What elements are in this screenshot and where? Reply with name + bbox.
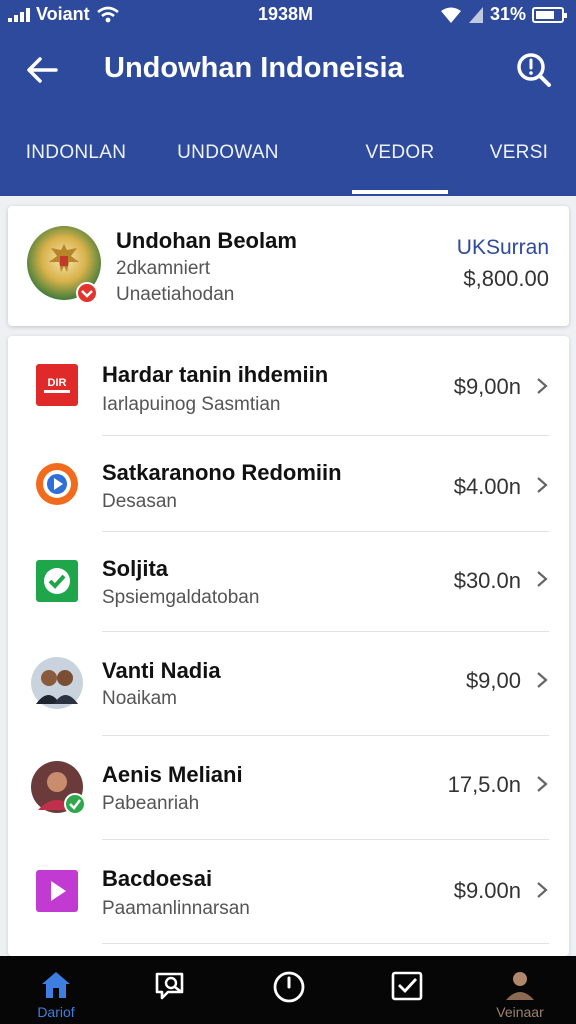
- search-icon: [517, 53, 551, 87]
- chevron-right-icon: [537, 776, 548, 792]
- divider: [102, 943, 549, 944]
- tab-versi[interactable]: VERSI: [484, 142, 554, 164]
- chevron-right-icon: [537, 477, 548, 493]
- red-logo-icon: DIR: [34, 362, 80, 408]
- list-item[interactable]: DIR Hardar tanin ihdemiin Iarlapuinog Sa…: [8, 336, 569, 436]
- battery-icon: [532, 6, 567, 23]
- arrow-left-icon: [27, 57, 58, 83]
- bottom-navigation: Dariof Veinaar: [0, 956, 576, 1024]
- list-item[interactable]: Bacdoesai Paamanlinnarsan $9.00n: [8, 840, 569, 944]
- play-circle-icon: [34, 461, 80, 507]
- battery-percent: 31%: [489, 4, 526, 24]
- carrier-name: Voiant: [36, 4, 90, 24]
- summary-link[interactable]: UKSurran: [457, 236, 549, 260]
- wifi-icon: [440, 7, 461, 23]
- item-subtitle: Iarlapuinog Sasmtian: [102, 394, 281, 415]
- nav-label: Dariof: [37, 1004, 75, 1020]
- app-header: Voiant 1938M 31% Undowhan Indoneisia IND…: [0, 0, 576, 196]
- tab-indonlan[interactable]: INDONLAN: [22, 142, 130, 164]
- summary-subtitle-2: Unaetiahodan: [116, 284, 235, 305]
- chevron-right-icon: [537, 378, 548, 394]
- list-item[interactable]: Aenis Meliani Pabeanriah 17,5.0n: [8, 736, 569, 840]
- item-amount: $4.00n: [453, 474, 521, 499]
- item-amount: 17,5.0n: [447, 772, 521, 797]
- couple-avatar-icon: [30, 656, 84, 710]
- item-amount: $9,00: [465, 668, 521, 693]
- clock-time: 1938M: [258, 4, 314, 24]
- signal-icon: [8, 7, 30, 22]
- cell-signal-icon: [468, 6, 483, 23]
- item-amount: $9,00n: [453, 374, 521, 399]
- item-subtitle: Noaikam: [102, 688, 177, 709]
- nav-search[interactable]: [130, 956, 210, 1024]
- item-name: Satkaranono Redomiin: [102, 460, 342, 485]
- back-button[interactable]: [22, 50, 62, 90]
- item-subtitle: Pabeanriah: [102, 793, 200, 814]
- item-subtitle: Paamanlinnarsan: [102, 898, 250, 919]
- item-name: Vanti Nadia: [102, 658, 221, 683]
- item-name: Soljita: [102, 556, 169, 581]
- search-button[interactable]: [514, 50, 554, 90]
- status-bar: Voiant 1938M 31%: [0, 0, 576, 30]
- tab-vedor[interactable]: VEDOR: [346, 142, 454, 164]
- vendor-list: DIR Hardar tanin ihdemiin Iarlapuinog Sa…: [8, 336, 569, 956]
- item-subtitle: Desasan: [102, 491, 177, 512]
- green-check-icon: [34, 558, 80, 604]
- chevron-right-icon: [537, 882, 548, 898]
- profile-icon: [506, 972, 534, 1000]
- nav-label: Veinaar: [496, 1004, 544, 1020]
- list-item[interactable]: Satkaranono Redomiin Desasan $4.00n: [8, 436, 569, 532]
- chevron-right-icon: [537, 672, 548, 688]
- item-name: Hardar tanin ihdemiin: [102, 362, 329, 387]
- summary-subtitle: 2dkamniert: [116, 258, 210, 279]
- item-amount: $9.00n: [453, 878, 521, 903]
- checkbox-icon: [391, 971, 423, 1001]
- verified-badge-icon: [76, 282, 98, 304]
- active-tab-indicator: [352, 190, 448, 194]
- item-amount: $30.0n: [453, 568, 521, 593]
- tab-bar: INDONLAN UNDOWAN VEDOR VERSI: [0, 124, 576, 196]
- item-name: Bacdoesai: [102, 866, 213, 891]
- nav-clock[interactable]: [248, 956, 328, 1024]
- home-icon: [42, 972, 70, 998]
- item-name: Aenis Meliani: [102, 762, 243, 787]
- summary-amount: $,800.00: [463, 266, 549, 291]
- purple-play-icon: [34, 868, 80, 914]
- wifi-icon: [96, 6, 119, 22]
- clock-icon: [273, 971, 305, 1003]
- item-subtitle: Spsiemgaldatoban: [102, 587, 260, 608]
- search-chat-icon: [155, 972, 184, 1000]
- chevron-right-icon: [537, 571, 548, 587]
- nav-tasks[interactable]: [366, 956, 446, 1024]
- nav-profile[interactable]: Veinaar: [480, 956, 560, 1024]
- svg-text:DIR: DIR: [48, 377, 67, 389]
- tab-undowan[interactable]: UNDOWAN: [174, 142, 282, 164]
- list-item[interactable]: Soljita Spsiemgaldatoban $30.0n: [8, 532, 569, 632]
- list-item[interactable]: Vanti Nadia Noaikam $9,00: [8, 632, 569, 736]
- woman-avatar-icon: [30, 760, 86, 815]
- page-title: Undowhan Indoneisia: [104, 52, 404, 84]
- summary-name: Undohan Beolam: [116, 228, 297, 253]
- vendor-summary-card[interactable]: Undohan Beolam 2dkamniert Unaetiahodan U…: [8, 206, 569, 326]
- nav-home[interactable]: Dariof: [16, 956, 96, 1024]
- app-bar: Undowhan Indoneisia: [0, 40, 576, 100]
